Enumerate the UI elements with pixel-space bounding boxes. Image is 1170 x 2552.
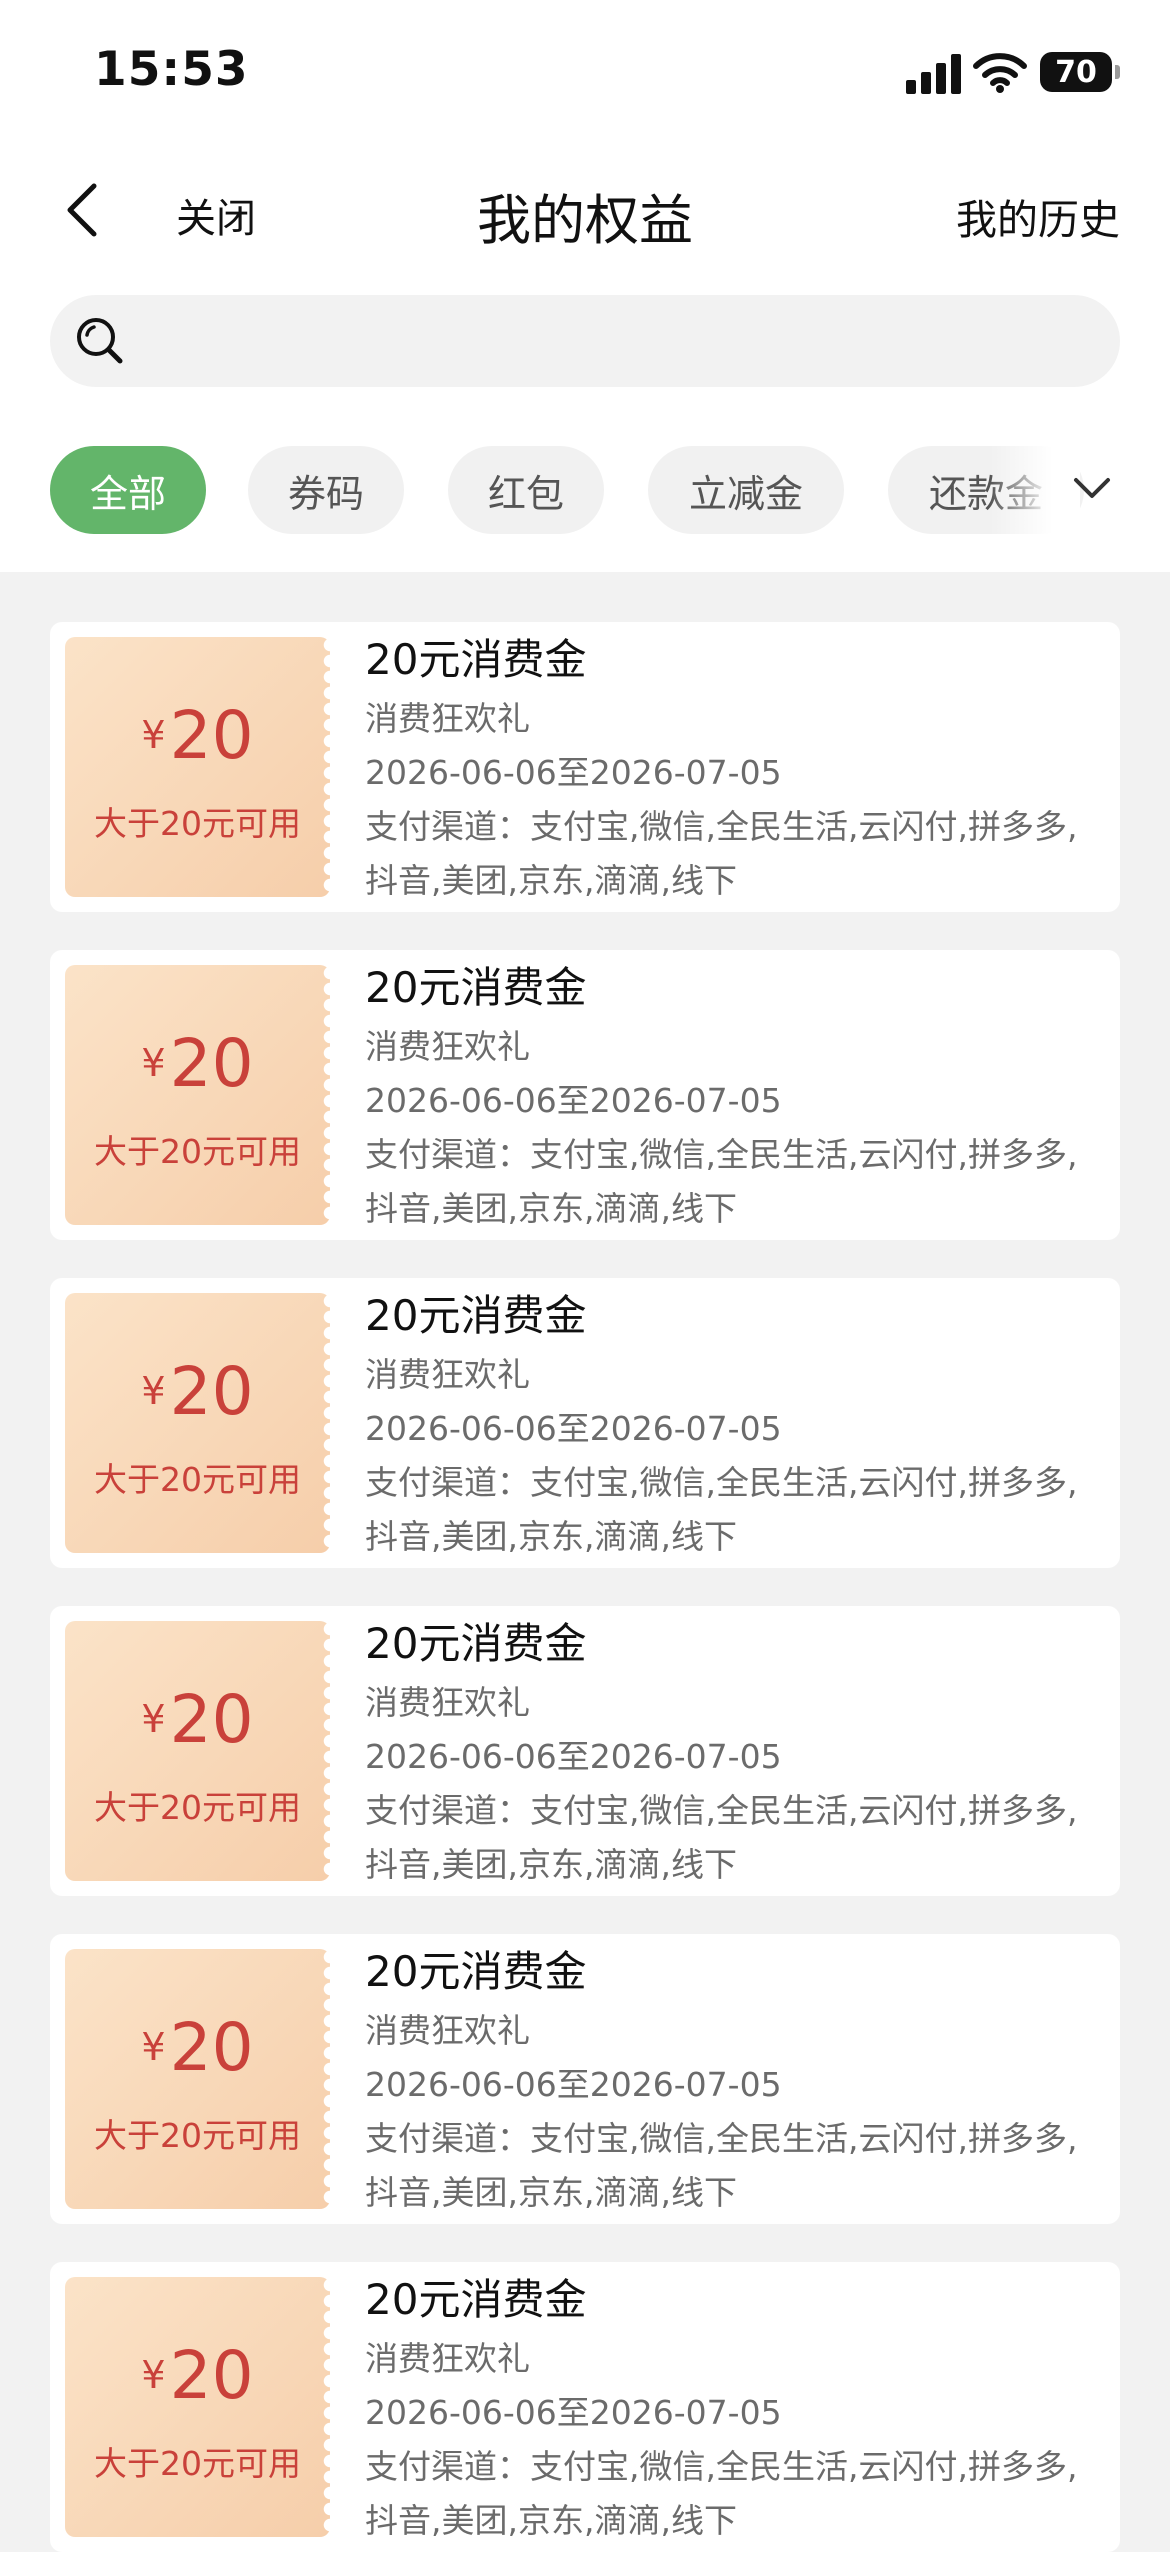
coupon-info: 20元消费金 消费狂欢礼 2026-06-06至2026-07-05 支付渠道：…: [365, 962, 1105, 1236]
status-bar: 15:53 70: [0, 0, 1170, 140]
currency-symbol: ¥: [141, 2353, 166, 2397]
coupon-channels: 支付渠道：支付宝,微信,全民生活,云闪付,拼多多,抖音,美团,京东,滴滴,线下: [365, 807, 1078, 900]
coupon-info: 20元消费金 消费狂欢礼 2026-06-06至2026-07-05 支付渠道：…: [365, 1290, 1105, 1564]
coupon-card[interactable]: ¥20 大于20元可用 20元消费金 消费狂欢礼 2026-06-06至2026…: [50, 1606, 1120, 1896]
my-history-button[interactable]: 我的历史: [956, 186, 1120, 246]
wifi-icon: [973, 53, 1027, 93]
coupon-validity: 2026-06-06至2026-07-05: [365, 2065, 782, 2104]
currency-symbol: ¥: [141, 1041, 166, 1085]
coupon-ticket: ¥20 大于20元可用: [65, 1621, 339, 1881]
tab-instant-discount[interactable]: 立减金: [648, 446, 844, 534]
coupon-amount: ¥20: [65, 1681, 330, 1758]
close-button[interactable]: 关闭: [176, 186, 256, 244]
coupon-amount: ¥20: [65, 2009, 330, 2086]
coupon-info: 20元消费金 消费狂欢礼 2026-06-06至2026-07-05 支付渠道：…: [365, 634, 1105, 908]
coupon-amount: ¥20: [65, 1353, 330, 1430]
coupon-campaign: 消费狂欢礼: [365, 1355, 530, 1394]
category-tabs: 全部 券码 红包 立减金 还款金: [0, 446, 1170, 534]
tab-red-packet[interactable]: 红包: [448, 446, 604, 534]
coupon-card[interactable]: ¥20 大于20元可用 20元消费金 消费狂欢礼 2026-06-06至2026…: [50, 2262, 1120, 2552]
coupon-card[interactable]: ¥20 大于20元可用 20元消费金 消费狂欢礼 2026-06-06至2026…: [50, 622, 1120, 912]
coupon-condition: 大于20元可用: [94, 1132, 301, 1171]
tabs-fade-overlay: [990, 446, 1080, 534]
battery-icon: 70: [1040, 52, 1120, 92]
coupon-info: 20元消费金 消费狂欢礼 2026-06-06至2026-07-05 支付渠道：…: [365, 1946, 1105, 2220]
coupon-channels: 支付渠道：支付宝,微信,全民生活,云闪付,拼多多,抖音,美团,京东,滴滴,线下: [365, 1463, 1078, 1556]
cellular-signal-icon: [906, 54, 962, 94]
coupon-title: 20元消费金: [365, 1291, 587, 1340]
coupon-condition: 大于20元可用: [94, 1788, 301, 1827]
coupon-amount-value: 20: [169, 1353, 254, 1430]
currency-symbol: ¥: [141, 1369, 166, 1413]
coupon-condition: 大于20元可用: [94, 804, 301, 843]
coupon-channels: 支付渠道：支付宝,微信,全民生活,云闪付,拼多多,抖音,美团,京东,滴滴,线下: [365, 1135, 1078, 1228]
coupon-ticket: ¥20 大于20元可用: [65, 965, 339, 1225]
coupon-amount-value: 20: [169, 2009, 254, 2086]
coupon-validity: 2026-06-06至2026-07-05: [365, 2393, 782, 2432]
coupon-title: 20元消费金: [365, 963, 587, 1012]
coupon-card[interactable]: ¥20 大于20元可用 20元消费金 消费狂欢礼 2026-06-06至2026…: [50, 1278, 1120, 1568]
search-bar[interactable]: [50, 295, 1120, 389]
coupon-validity: 2026-06-06至2026-07-05: [365, 1081, 782, 1120]
coupon-title: 20元消费金: [365, 2275, 587, 2324]
coupon-amount: ¥20: [65, 697, 330, 774]
coupon-title: 20元消费金: [365, 635, 587, 684]
coupon-ticket: ¥20 大于20元可用: [65, 1293, 339, 1553]
currency-symbol: ¥: [141, 2025, 166, 2069]
back-arrow-icon[interactable]: [56, 180, 116, 240]
coupon-ticket: ¥20 大于20元可用: [65, 637, 339, 897]
currency-symbol: ¥: [141, 713, 166, 757]
coupon-channels: 支付渠道：支付宝,微信,全民生活,云闪付,拼多多,抖音,美团,京东,滴滴,线下: [365, 1791, 1078, 1884]
coupon-campaign: 消费狂欢礼: [365, 699, 530, 738]
tab-all[interactable]: 全部: [50, 446, 206, 534]
currency-symbol: ¥: [141, 1697, 166, 1741]
coupon-condition: 大于20元可用: [94, 2444, 301, 2483]
coupon-channels: 支付渠道：支付宝,微信,全民生活,云闪付,拼多多,抖音,美团,京东,滴滴,线下: [365, 2119, 1078, 2212]
coupon-amount: ¥20: [65, 1025, 330, 1102]
coupon-title: 20元消费金: [365, 1947, 587, 1996]
coupon-ticket: ¥20 大于20元可用: [65, 2277, 339, 2537]
coupon-condition: 大于20元可用: [94, 1460, 301, 1499]
coupon-campaign: 消费狂欢礼: [365, 1683, 530, 1722]
search-input[interactable]: [140, 295, 1104, 389]
coupon-amount: ¥20: [65, 2337, 330, 2414]
coupon-amount-value: 20: [169, 2337, 254, 2414]
coupon-validity: 2026-06-06至2026-07-05: [365, 753, 782, 792]
coupon-validity: 2026-06-06至2026-07-05: [365, 1737, 782, 1776]
header-area: 15:53 70 关闭 我的权益 我的历史 全部 券码 红包 立减金 还款金: [0, 0, 1170, 572]
search-icon: [77, 318, 123, 364]
coupon-campaign: 消费狂欢礼: [365, 1027, 530, 1066]
coupon-title: 20元消费金: [365, 1619, 587, 1668]
coupon-card[interactable]: ¥20 大于20元可用 20元消费金 消费狂欢礼 2026-06-06至2026…: [50, 950, 1120, 1240]
tab-coupon-code[interactable]: 券码: [248, 446, 404, 534]
coupon-campaign: 消费狂欢礼: [365, 2011, 530, 2050]
coupon-campaign: 消费狂欢礼: [365, 2339, 530, 2378]
chevron-down-icon[interactable]: [1068, 464, 1116, 512]
coupon-info: 20元消费金 消费狂欢礼 2026-06-06至2026-07-05 支付渠道：…: [365, 1618, 1105, 1892]
coupon-amount-value: 20: [169, 697, 254, 774]
coupon-condition: 大于20元可用: [94, 2116, 301, 2155]
coupon-amount-value: 20: [169, 1681, 254, 1758]
coupon-card[interactable]: ¥20 大于20元可用 20元消费金 消费狂欢礼 2026-06-06至2026…: [50, 1934, 1120, 2224]
coupon-validity: 2026-06-06至2026-07-05: [365, 1409, 782, 1448]
coupon-info: 20元消费金 消费狂欢礼 2026-06-06至2026-07-05 支付渠道：…: [365, 2274, 1105, 2548]
coupon-amount-value: 20: [169, 1025, 254, 1102]
status-time: 15:53: [94, 42, 249, 97]
coupon-ticket: ¥20 大于20元可用: [65, 1949, 339, 2209]
